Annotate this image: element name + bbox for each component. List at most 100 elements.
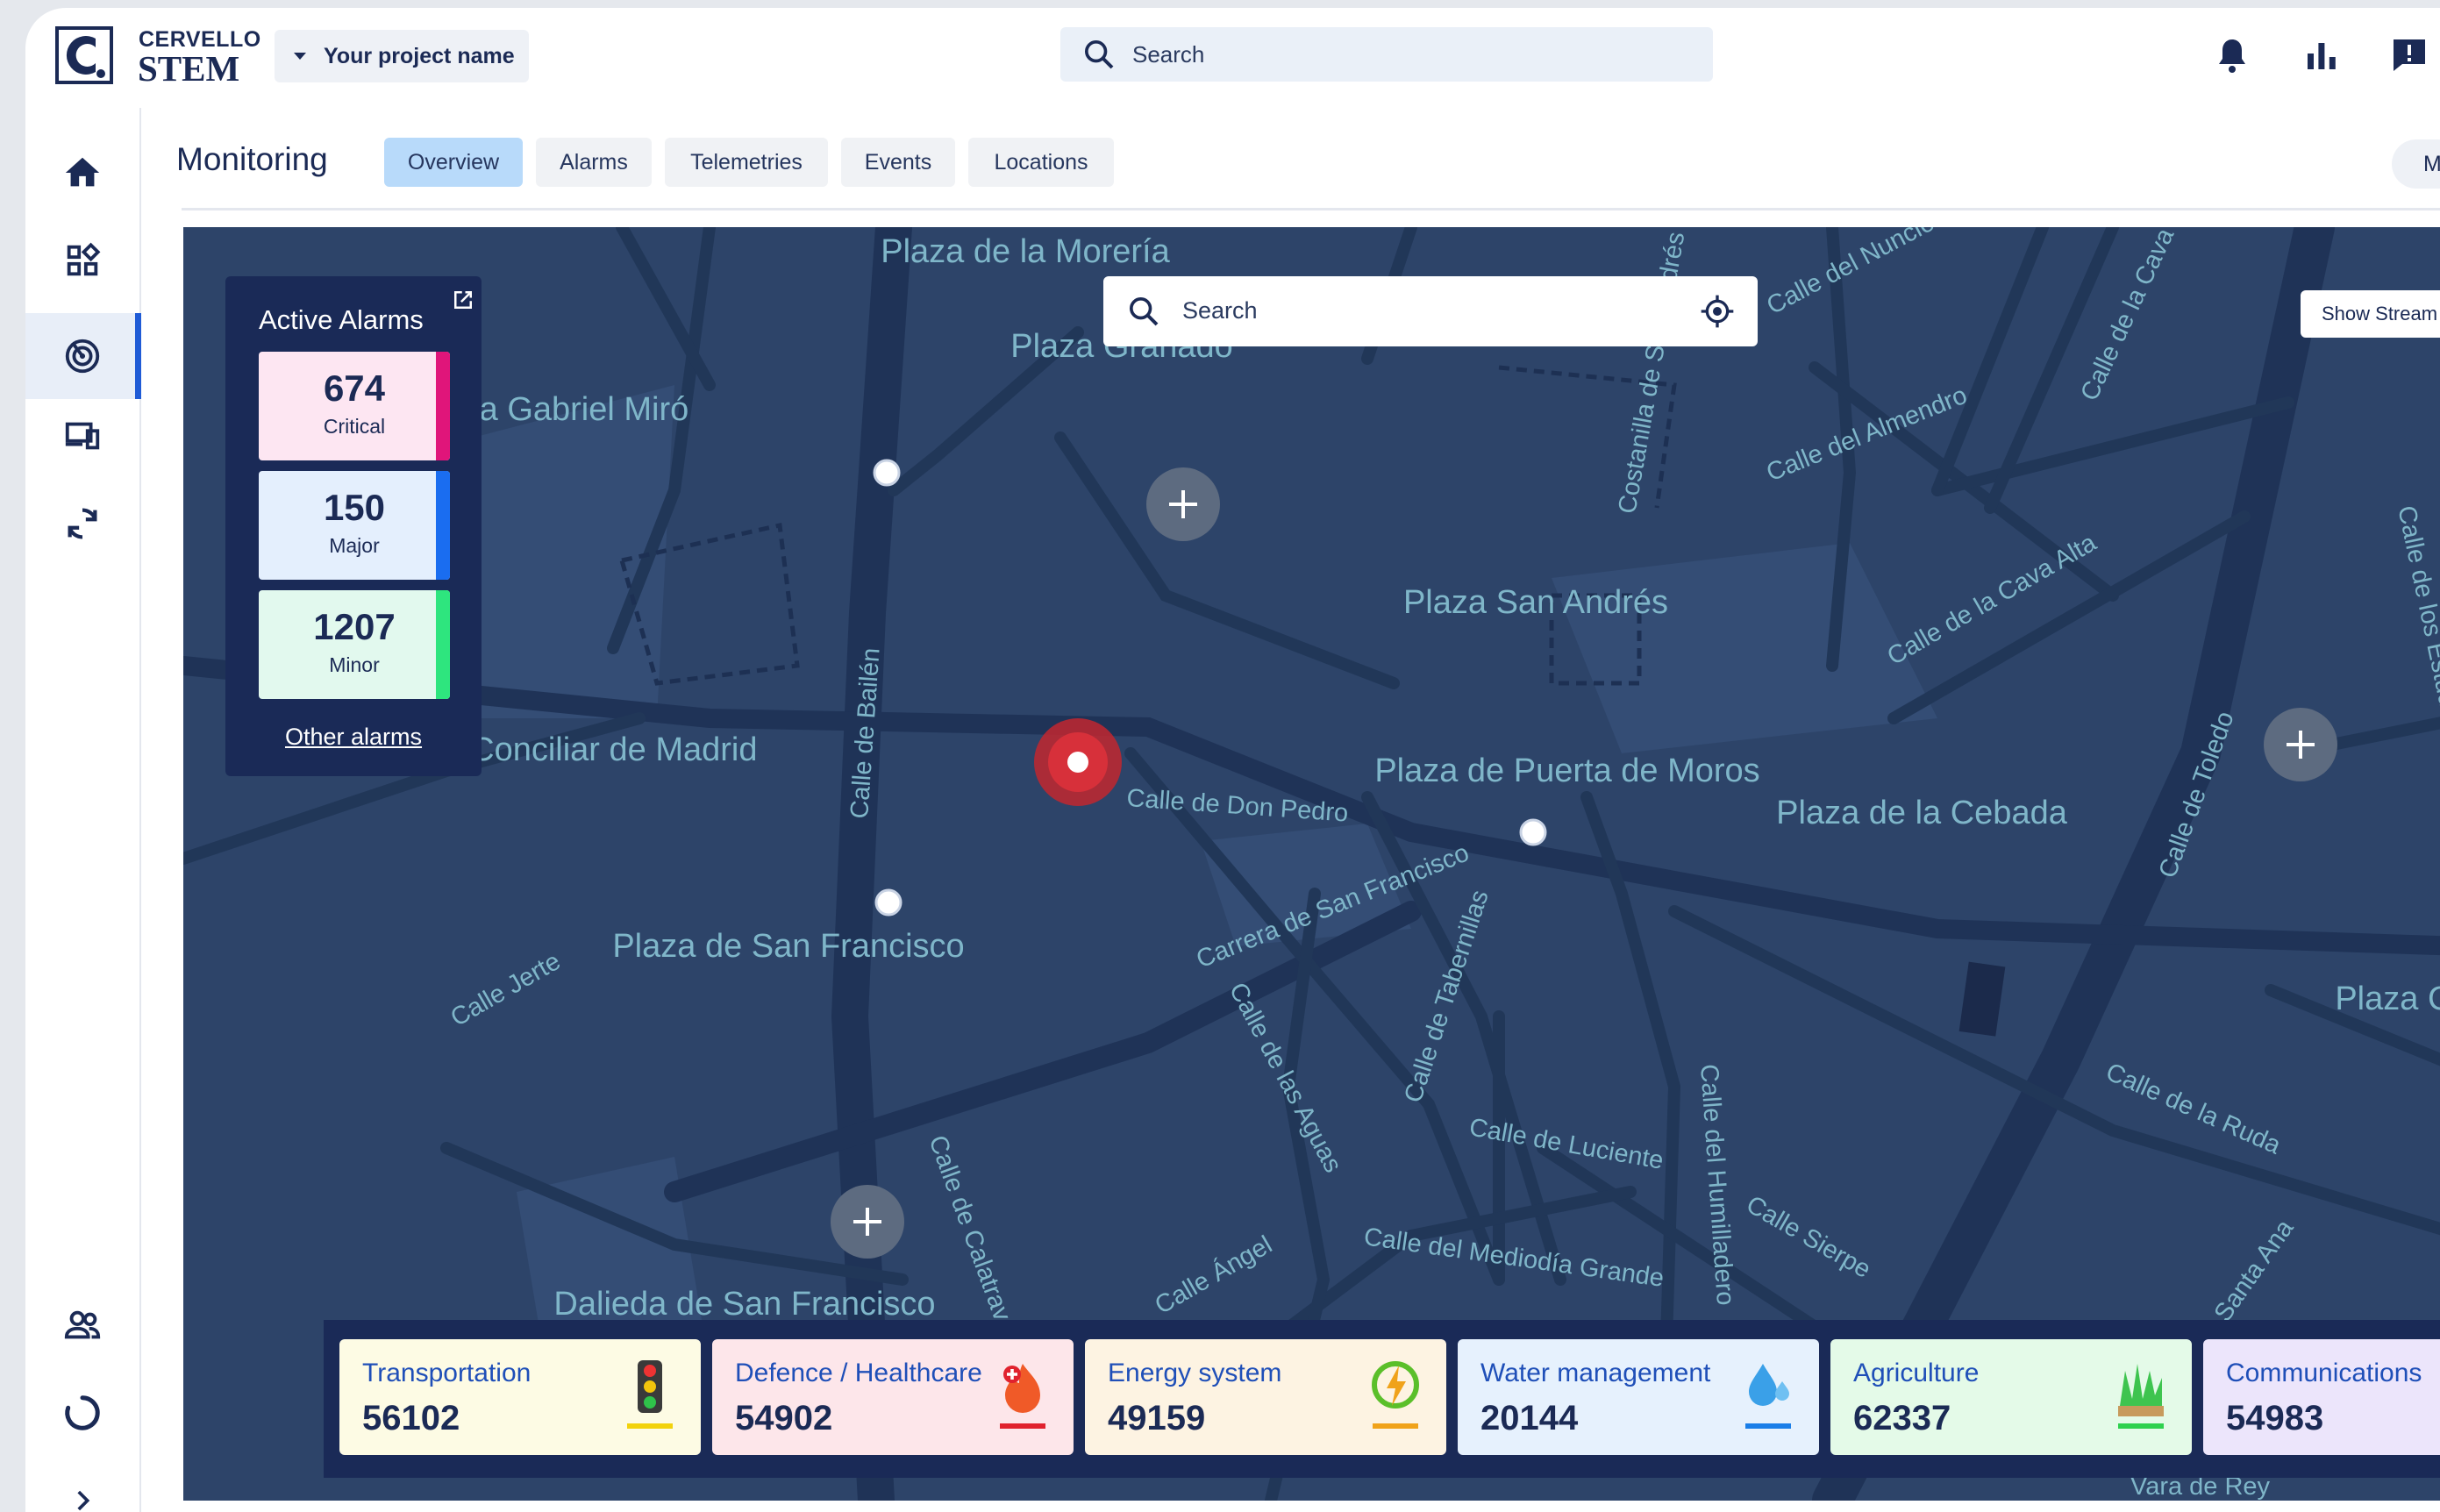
bell-icon[interactable] [2211, 34, 2253, 76]
category-name: Transportation [362, 1359, 532, 1387]
map-label: Costanilla de San Andrés [1613, 230, 1690, 516]
map-label: Dalieda de San Francisco [553, 1286, 935, 1323]
alarm-count: 674 [323, 367, 386, 409]
category-name: Energy system [1108, 1359, 1282, 1387]
sidebar-expand[interactable] [25, 1466, 139, 1512]
alarm-card-minor[interactable]: 1207 Minor [259, 590, 450, 699]
category-name: Defence / Healthcare [735, 1359, 982, 1387]
sensor-marker [1519, 818, 1547, 846]
other-alarms-link[interactable]: Other alarms [285, 724, 422, 751]
tab-events[interactable]: Events [841, 138, 955, 187]
cervello-logo-icon [55, 26, 113, 84]
water-drop-icon [1745, 1364, 1791, 1429]
map-label: Calle de la Cava Alta [1883, 528, 2102, 671]
category-name: Water management [1480, 1359, 1711, 1387]
alarm-label: Critical [323, 415, 386, 438]
alarm-count: 150 [323, 487, 386, 528]
tab-overview[interactable]: Overview [384, 138, 523, 187]
project-name: Your project name [324, 43, 515, 68]
sensor-marker [874, 888, 903, 916]
map-label: Calle Sierpe [1742, 1190, 1876, 1284]
tab-telemetries[interactable]: Telemetries [665, 138, 828, 187]
alarm-marker-dot [1067, 752, 1088, 773]
category-name: Communications [2226, 1359, 2422, 1387]
map-label: Calle del Nuncio [1762, 227, 1938, 320]
alarm-edge [436, 590, 450, 699]
show-stream-button[interactable]: Show Stream [2301, 290, 2440, 338]
tab-locations[interactable]: Locations [968, 138, 1114, 187]
open-external-icon[interactable] [450, 287, 476, 313]
map-label: Calle de la Ruda [2101, 1058, 2286, 1160]
category-strip: Transportation 56102 Defence / Healthcar… [324, 1320, 2440, 1478]
sidebar [25, 108, 141, 1512]
right-pill-button[interactable]: M [2392, 139, 2440, 189]
map-search-placeholder: Search [1182, 297, 1258, 324]
map-label: Calle Ángel [1150, 1230, 1277, 1320]
category-value: 54983 [2226, 1399, 2324, 1437]
alarm-card-critical[interactable]: 674 Critical [259, 352, 450, 460]
sidebar-item-devices[interactable] [25, 401, 139, 471]
dashboard-icon [67, 242, 101, 276]
map-label: Calle de los Estudios [2392, 503, 2440, 742]
category-value: 56102 [362, 1399, 460, 1437]
alarm-card-major[interactable]: 150 Major [259, 471, 450, 580]
search-icon [1130, 297, 1159, 326]
sidebar-item-users[interactable] [25, 1290, 139, 1360]
category-card-communications[interactable]: Communications 54983 [2203, 1339, 2440, 1455]
active-alarms-panel: Active Alarms 674 Critical 150 Major 120… [225, 276, 482, 776]
alarm-label: Major [329, 534, 380, 557]
map-label: Plaza de Puerta de Moros [1374, 752, 1759, 789]
map-label: Plaza de la Morería [881, 233, 1170, 270]
top-search-input[interactable]: Search [1060, 27, 1713, 82]
top-bar: CERVELLO STEM Your project name Search [25, 8, 2440, 108]
page-title: Monitoring [176, 141, 328, 177]
map-view[interactable]: Plaza de la Morería Plaza Granado Plaza … [183, 227, 2440, 1501]
category-value: 20144 [1480, 1399, 1579, 1437]
divider [182, 208, 2440, 210]
category-card-energy[interactable]: Energy system 49159 [1085, 1339, 1446, 1455]
sidebar-item-monitoring[interactable] [25, 313, 141, 399]
sidebar-item-dashboard[interactable] [25, 225, 139, 296]
traffic-light-icon [627, 1360, 673, 1429]
sensor-marker [873, 459, 901, 487]
category-card-agriculture[interactable]: Agriculture 62337 [1830, 1339, 2192, 1455]
sidebar-item-loading[interactable] [25, 1378, 139, 1448]
tab-alarms[interactable]: Alarms [536, 138, 652, 187]
app-window: CERVELLO STEM Your project name Search M… [25, 8, 2440, 1512]
map-label: Plaza Casco [2335, 981, 2440, 1017]
map-label: Calle Jerte [446, 947, 566, 1032]
map-label: Calle de las Aguas [1224, 978, 1347, 1177]
alarm-edge [436, 352, 450, 460]
alarm-count: 1207 [313, 606, 396, 647]
alarm-label: Minor [329, 653, 380, 676]
alarm-edge [436, 471, 450, 580]
category-card-defence-healthcare[interactable]: Defence / Healthcare 54902 [712, 1339, 1074, 1455]
bar-chart-icon[interactable] [2301, 34, 2343, 76]
sidebar-item-sync[interactable] [25, 489, 139, 559]
fire-medical-icon [1000, 1364, 1045, 1429]
top-search-placeholder: Search [1132, 40, 1205, 68]
users-icon [64, 1310, 101, 1339]
search-icon [1085, 40, 1114, 69]
map-background: Plaza de la Morería Plaza Granado Plaza … [183, 227, 2440, 1501]
project-selector[interactable]: Your project name [275, 30, 529, 82]
category-card-transportation[interactable]: Transportation 56102 [339, 1339, 701, 1455]
chevron-right-icon [77, 1490, 90, 1511]
category-card-water[interactable]: Water management 20144 [1458, 1339, 1819, 1455]
category-value: 49159 [1108, 1399, 1206, 1437]
feedback-icon[interactable] [2388, 34, 2430, 76]
energy-icon [1372, 1361, 1419, 1429]
grass-icon [2118, 1364, 2164, 1429]
home-icon [65, 157, 100, 187]
map-label: Santa Ana [2209, 1214, 2300, 1327]
category-name: Agriculture [1853, 1359, 1980, 1387]
map-label: Calle de la Cava [2075, 227, 2180, 405]
active-alarms-title: Active Alarms [259, 304, 424, 335]
sidebar-item-home[interactable] [25, 138, 139, 208]
locate-icon[interactable] [1700, 294, 1735, 329]
sync-icon [68, 508, 97, 539]
map-search-input[interactable]: Search [1103, 276, 1758, 346]
category-value: 54902 [735, 1399, 833, 1437]
radar-icon [65, 339, 100, 374]
map-label: Calle de Calatrava [923, 1131, 1021, 1338]
